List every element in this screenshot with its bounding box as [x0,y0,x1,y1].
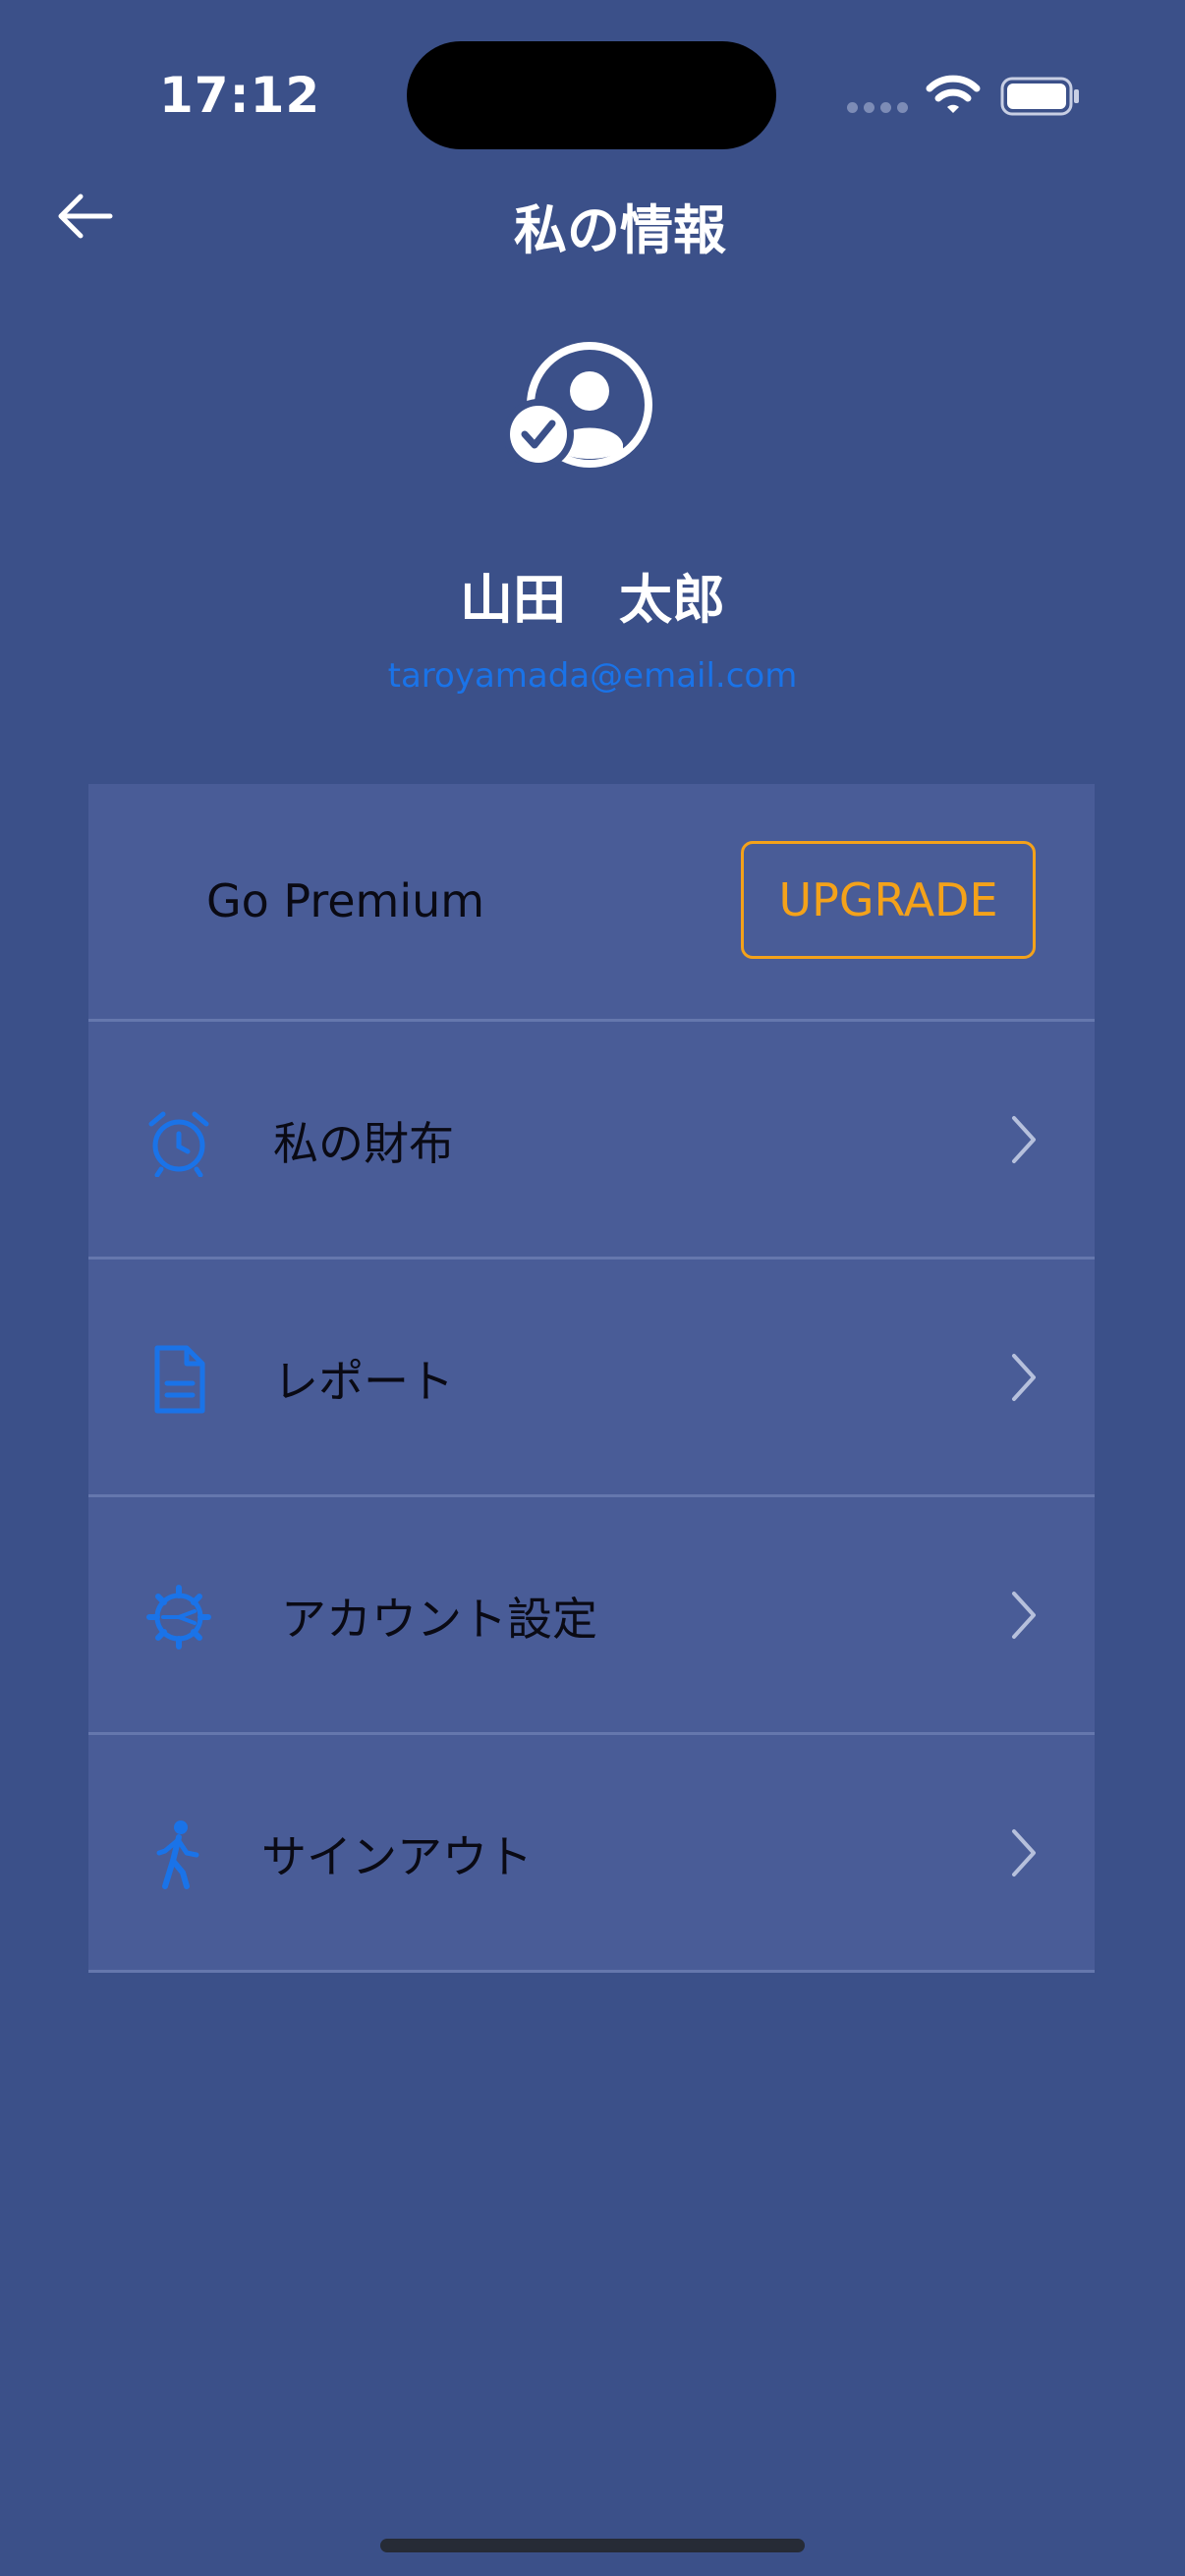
premium-row: Go Premium UPGRADE [88,784,1095,1022]
menu-item-wallet[interactable]: 私の財布 [88,1022,1095,1260]
chevron-right-icon [1012,1592,1036,1639]
page-title: 私の情報 [514,199,726,261]
status-bar: 17:12 [0,0,1185,177]
user-email[interactable]: taroyamada@email.com [0,656,1185,696]
chevron-right-icon [1012,1829,1036,1876]
premium-label: Go Premium [206,874,485,927]
status-time: 17:12 [159,67,321,124]
menu-item-label: レポート [273,1355,454,1408]
menu-item-account-settings[interactable]: アカウント設定 [88,1497,1095,1735]
menu-item-label: サインアウト [261,1830,533,1883]
dynamic-island [407,41,776,149]
wifi-icon [926,75,981,113]
settings-menu: Go Premium UPGRADE 私の財布 レポート アカウント設定 サイン… [88,784,1095,1973]
chevron-right-icon [1012,1354,1036,1401]
upgrade-button[interactable]: UPGRADE [741,841,1036,959]
user-name: 山田 太郎 [460,569,725,631]
menu-item-sign-out[interactable]: サインアウト [88,1735,1095,1973]
battery-icon [1000,77,1079,116]
document-icon [154,1345,205,1414]
cellular-signal-icon [847,102,910,116]
home-indicator[interactable] [380,2539,805,2552]
chevron-right-icon [1012,1116,1036,1163]
menu-item-report[interactable]: レポート [88,1260,1095,1497]
walking-person-icon [156,1820,199,1889]
navigation-header: 私の情報 [0,167,1185,265]
menu-item-label: 私の財布 [273,1117,454,1170]
alarm-clock-icon [148,1111,209,1177]
verified-user-circle-icon [505,342,652,470]
menu-item-label: アカウント設定 [281,1593,597,1646]
settings-gear-icon [146,1585,211,1650]
